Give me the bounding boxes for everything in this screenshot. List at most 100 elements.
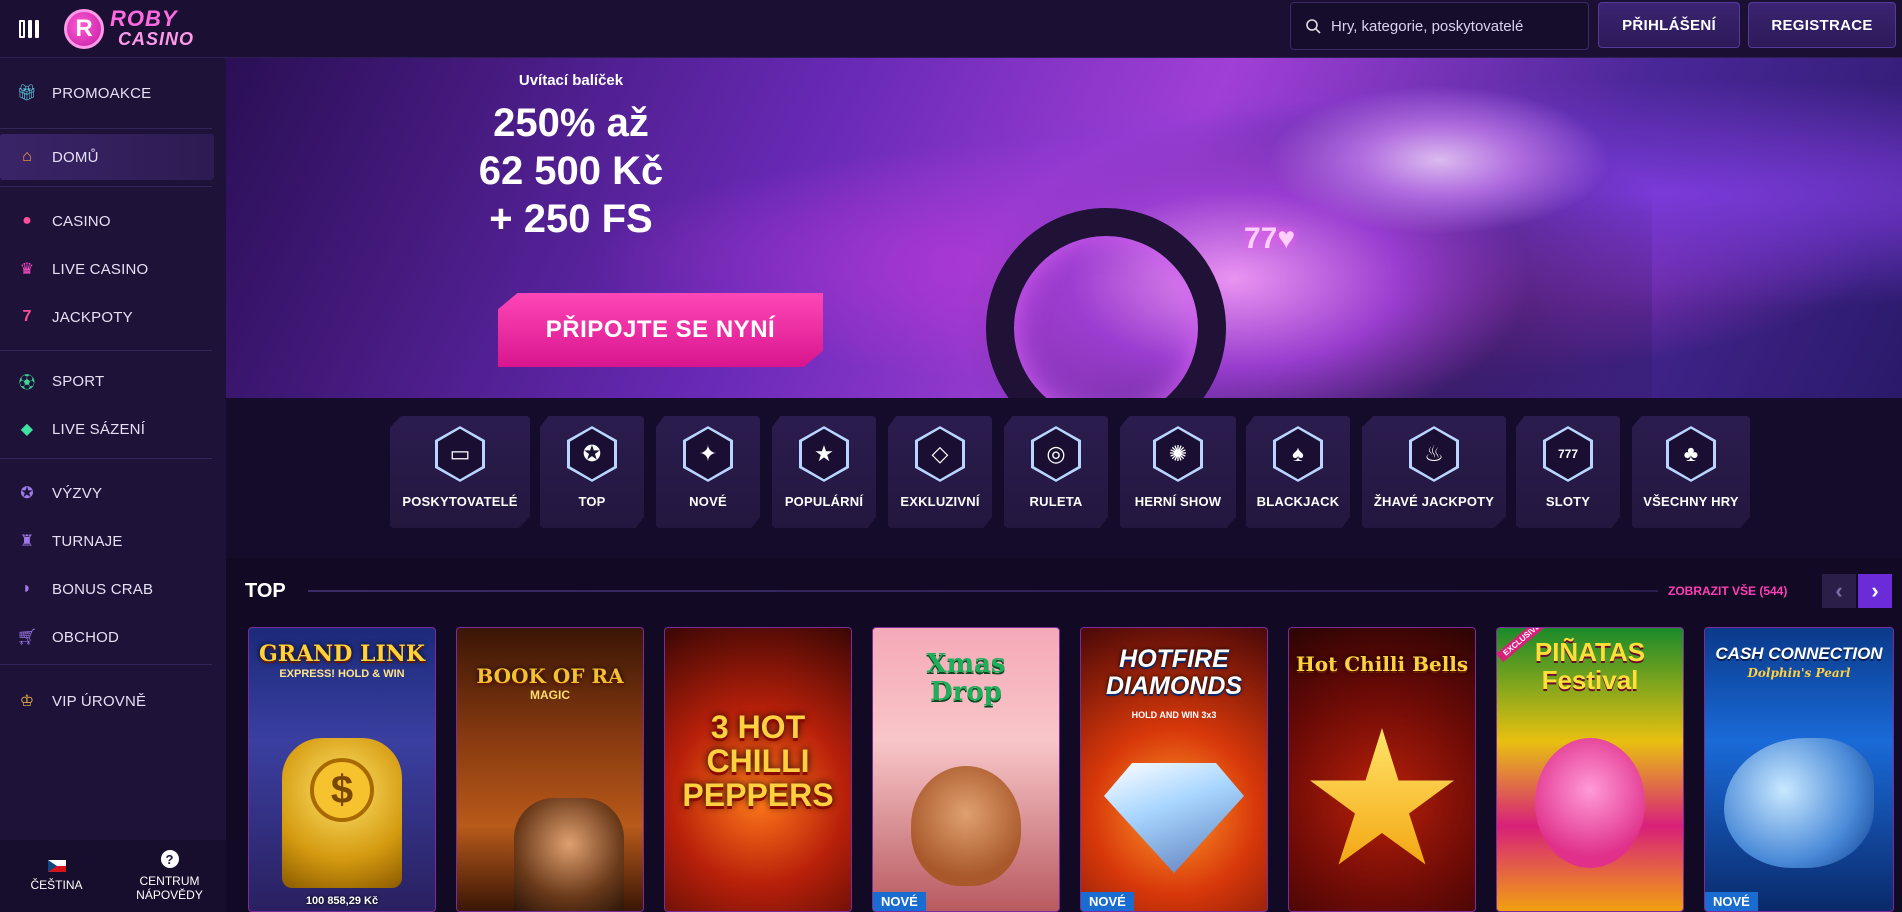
sidebar-divider — [0, 458, 212, 459]
game-title: PIÑATAS Festival — [1534, 637, 1646, 695]
menu-toggle-button[interactable] — [0, 0, 58, 58]
sidebar-footer: ČEŠTINA ? CENTRUM NÁPOVĚDY — [0, 840, 226, 912]
game-tile-3-hot-chilli-peppers[interactable]: 3 HOT CHILLI PEPPERS — [664, 627, 852, 912]
new-badge: NOVÉ — [873, 892, 926, 911]
sidebar-item-turnaje[interactable]: ♜ TURNAJE — [0, 518, 214, 564]
explorer-icon — [513, 798, 624, 911]
category-poskytovatele[interactable]: ▭ POSKYTOVATELÉ — [390, 416, 530, 528]
football-icon: ⚽︎ — [18, 375, 36, 392]
sidebar-item-obchod[interactable]: 🛒︎ OBCHOD — [0, 614, 214, 660]
help-center-button[interactable]: ? CENTRUM NÁPOVĚDY — [113, 840, 226, 912]
brand-logo[interactable]: R ROBY CASINO — [64, 5, 194, 49]
sidebar-item-domu[interactable]: ⌂ DOMŮ — [0, 134, 214, 180]
pinata-pig-icon — [1535, 738, 1645, 868]
sidebar-item-bonus-crab[interactable]: ◗ BONUS CRAB — [0, 566, 214, 612]
category-ruleta[interactable]: ◎ RULETA — [1004, 416, 1108, 528]
category-label: EXKLUZIVNÍ — [900, 494, 980, 509]
star-icon — [1310, 728, 1454, 865]
sidebar-item-label: BONUS CRAB — [52, 580, 154, 598]
new-badge: NOVÉ — [1081, 892, 1134, 911]
help-label-line2: NÁPOVĚDY — [136, 888, 203, 902]
game-tile-cash-connection[interactable]: CASH CONNECTION Dolphin's Pearl NOVÉ — [1704, 627, 1894, 912]
sidebar-item-sport[interactable]: ⚽︎ SPORT — [0, 358, 214, 404]
login-button[interactable]: PŘIHLÁŠENÍ — [1598, 2, 1740, 48]
sidebar-item-live-sazeni[interactable]: ◆ LIVE SÁZENÍ — [0, 406, 214, 452]
game-title: GRAND LINK — [259, 641, 425, 667]
sidebar-item-label: JACKPOTY — [52, 308, 133, 326]
game-subtitle: Dolphin's Pearl — [1747, 666, 1851, 680]
sidebar-item-vip-urovne[interactable]: ♔ VIP ÚROVNĚ — [0, 678, 214, 724]
game-title: BOOK OF RA — [476, 664, 624, 688]
category-label: RULETA — [1029, 494, 1083, 509]
category-blackjack[interactable]: ♠ BLACKJACK — [1246, 416, 1350, 528]
game-tile-book-of-ra[interactable]: BOOK OF RA MAGIC — [456, 627, 644, 912]
hero-banner[interactable]: 77♥ Uvítací balíček 250% až 62 500 Kč + … — [226, 58, 1902, 398]
game-title: Hot Chilli Bells — [1295, 652, 1469, 676]
hero-subtitle: Uvítací balíček — [518, 72, 624, 89]
see-all-link[interactable]: ZOBRAZIT VŠE (544) — [1668, 584, 1787, 598]
sidebar: 🎁︎ PROMOAKCE ⌂ DOMŮ ● CASINO ♛ LIVE CASI… — [0, 58, 226, 912]
sidebar-item-casino[interactable]: ● CASINO — [0, 198, 214, 244]
jackpot-amount: 100 858,29 Kč — [305, 895, 379, 907]
search-input[interactable] — [1331, 17, 1571, 35]
folder-icon: ▭ — [435, 426, 485, 482]
carousel-prev-button[interactable]: ‹ — [1822, 574, 1856, 608]
new-badge: NOVÉ — [1705, 892, 1758, 911]
game-tile-xmas-drop[interactable]: Xmas Drop NOVÉ — [872, 627, 1060, 912]
hero-line3: + 250 FS — [489, 197, 653, 241]
diamond-icon — [1104, 763, 1244, 873]
sidebar-item-live-casino[interactable]: ♛ LIVE CASINO — [0, 246, 214, 292]
category-nove[interactable]: ✦ NOVÉ — [656, 416, 760, 528]
language-label: ČEŠTINA — [30, 878, 83, 892]
game-title: CASH CONNECTION — [1715, 644, 1883, 663]
sidebar-item-label: SPORT — [52, 372, 105, 390]
category-sloty[interactable]: 777 SLOTY — [1516, 416, 1620, 528]
logo-line1: ROBY — [110, 5, 178, 31]
category-exkluzivni[interactable]: ◇ EXKLUZIVNÍ — [888, 416, 992, 528]
seven-icon: 7 — [22, 308, 32, 325]
category-label: POSKYTOVATELÉ — [402, 494, 518, 509]
game-title: 3 HOT CHILLI PEPPERS — [682, 709, 834, 813]
category-herni-show[interactable]: ✺ HERNÍ SHOW — [1120, 416, 1236, 528]
crab-icon: ◗ — [22, 580, 32, 597]
diamond-icon: ◇ — [915, 426, 965, 482]
hero-line2: 62 500 Kč — [478, 149, 664, 193]
game-tile-pinatas-festival[interactable]: EXCLUSIVE PIÑATAS Festival — [1496, 627, 1684, 912]
sidebar-item-label: VIP ÚROVNĚ — [52, 692, 147, 710]
search-box[interactable] — [1290, 2, 1589, 50]
crown-icon: ♔ — [19, 693, 35, 710]
hero-line1: 250% až — [493, 101, 649, 145]
sidebar-item-label: CASINO — [52, 212, 111, 230]
sidebar-item-label: OBCHOD — [52, 628, 120, 646]
roulette-icon: ◎ — [1031, 426, 1081, 482]
game-subtitle: EXPRESS! HOLD & WIN — [279, 668, 405, 680]
slot-icon: 777 — [1543, 426, 1593, 482]
sidebar-item-label: PROMOAKCE — [52, 84, 152, 102]
flame-icon: ♨ — [1409, 426, 1459, 482]
sidebar-item-label: DOMŮ — [52, 148, 99, 166]
carousel-next-button[interactable]: › — [1858, 574, 1892, 608]
game-tile-hotfire-diamonds[interactable]: HOTFIRE DIAMONDS HOLD AND WIN 3x3 NOVÉ — [1080, 627, 1268, 912]
home-icon: ⌂ — [22, 148, 32, 165]
category-label: VŠECHNY HRY — [1643, 494, 1739, 509]
category-label: ŽHAVÉ JACKPOTY — [1373, 494, 1495, 509]
sidebar-item-promoakce[interactable]: 🎁︎ PROMOAKCE — [0, 70, 214, 116]
sparkle-icon: ✦ — [683, 426, 733, 482]
logo-badge-icon: R — [64, 8, 104, 49]
sidebar-item-label: LIVE SÁZENÍ — [52, 420, 146, 438]
category-vsechny-hry[interactable]: ♣ VŠECHNY HRY — [1632, 416, 1750, 528]
register-button[interactable]: REGISTRACE — [1748, 2, 1896, 48]
game-tile-grand-link[interactable]: GRAND LINK EXPRESS! HOLD & WIN $ 100 858… — [248, 627, 436, 912]
join-now-button[interactable]: PŘIPOJTE SE NYNÍ — [498, 293, 823, 367]
sidebar-item-label: LIVE CASINO — [52, 260, 149, 278]
teddy-bear-icon — [911, 766, 1021, 886]
sidebar-divider — [0, 350, 212, 351]
category-popularni[interactable]: ★ POPULÁRNÍ — [772, 416, 876, 528]
game-tile-hot-chilli-bells[interactable]: Hot Chilli Bells — [1288, 627, 1476, 912]
sidebar-divider — [0, 128, 212, 129]
category-zhave-jackpoty[interactable]: ♨ ŽHAVÉ JACKPOTY — [1362, 416, 1506, 528]
sidebar-item-jackpoty[interactable]: 7 JACKPOTY — [0, 294, 214, 340]
category-top[interactable]: ✪ TOP — [540, 416, 644, 528]
sidebar-item-vyzvy[interactable]: ✪ VÝZVY — [0, 470, 214, 516]
language-selector[interactable]: ČEŠTINA — [0, 840, 113, 912]
